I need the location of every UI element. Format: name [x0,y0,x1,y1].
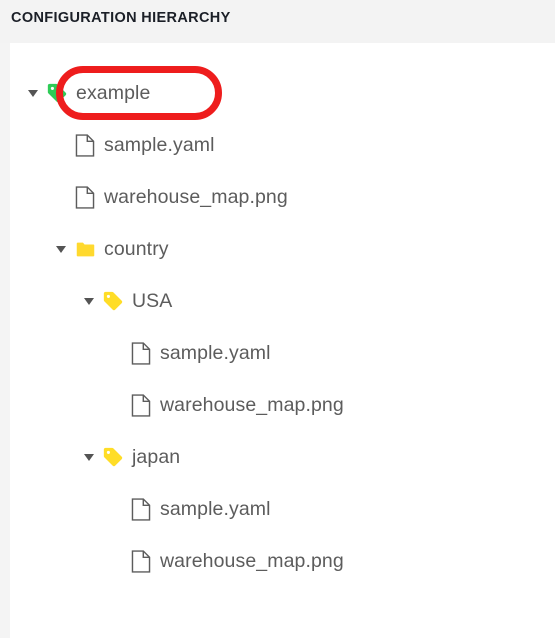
tree-row[interactable]: country [50,230,169,268]
tree-row[interactable]: example [22,74,150,112]
chevron-down-icon[interactable] [78,282,100,320]
chevron-down-glyph [56,245,66,253]
page-title: CONFIGURATION HIERARCHY [11,10,231,26]
tree-row-label: japan [132,445,181,468]
file-icon [72,126,98,164]
file-icon [128,386,154,424]
tree-row-label: example [76,81,151,104]
tree-row-label: warehouse_map.png [160,549,344,572]
tree-row-label: sample.yaml [160,341,271,364]
file-icon [128,490,154,528]
tree-row-label: sample.yaml [104,133,215,156]
chevron-down-icon[interactable] [50,230,72,268]
file-icon [128,542,154,580]
chevron-down-glyph [28,89,38,97]
panel-header: CONFIGURATION HIERARCHY [0,0,555,43]
file-icon [128,334,154,372]
tag-yellow-icon [100,282,126,320]
tree-row[interactable]: sample.yaml [106,334,271,372]
tree-row[interactable]: sample.yaml [50,126,215,164]
tree-row[interactable]: warehouse_map.png [106,542,344,580]
configuration-hierarchy-tree: example sample.yaml warehouse_map.png count… [10,43,555,638]
chevron-down-glyph [84,297,94,305]
tree-row-label: warehouse_map.png [104,185,288,208]
chevron-down-icon[interactable] [78,438,100,476]
folder-yellow-icon [72,230,98,268]
tree-row[interactable]: USA [78,282,172,320]
tree-row[interactable]: warehouse_map.png [106,386,344,424]
chevron-down-glyph [84,453,94,461]
tree-row-label: country [104,237,169,260]
tag-yellow-icon [100,438,126,476]
tag-green-icon [44,74,70,112]
tree-row-label: USA [132,289,173,312]
chevron-down-icon[interactable] [22,74,44,112]
tree-row[interactable]: sample.yaml [106,490,271,528]
tree-row-label: warehouse_map.png [160,393,344,416]
tree-row[interactable]: japan [78,438,180,476]
left-gutter-strip [0,43,10,638]
tree-row[interactable]: warehouse_map.png [50,178,288,216]
tree-row-label: sample.yaml [160,497,271,520]
file-icon [72,178,98,216]
